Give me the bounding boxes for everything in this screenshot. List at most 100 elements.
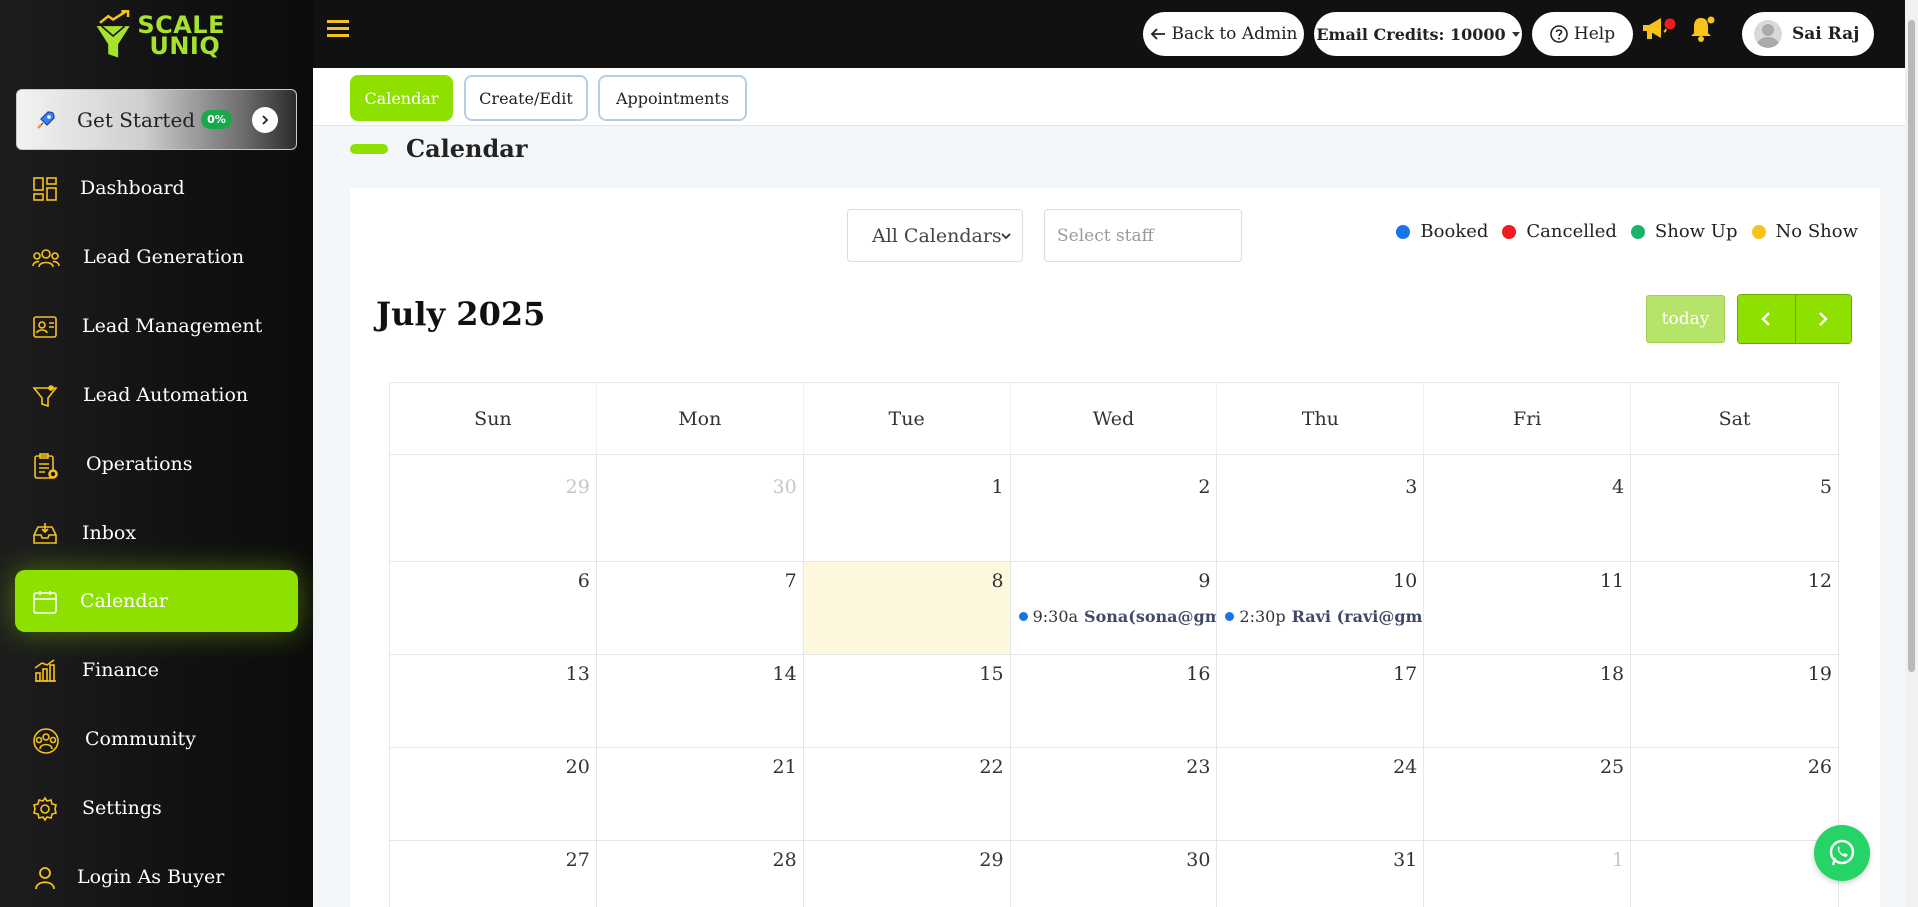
day-number[interactable]: 22: [979, 756, 1003, 778]
sidebar-item-lead-automation[interactable]: Lead Automation: [15, 364, 298, 426]
day-number[interactable]: 25: [1600, 756, 1624, 778]
day-number[interactable]: 30: [773, 476, 797, 498]
day-number[interactable]: 30: [1186, 849, 1210, 871]
sidebar-item-community[interactable]: Community: [15, 708, 298, 770]
sidebar-item-login-as-buyer[interactable]: Login As Buyer: [15, 846, 298, 907]
day-number[interactable]: 27: [566, 849, 590, 871]
tab-appointments[interactable]: Appointments: [598, 75, 747, 121]
back-to-admin-button[interactable]: Back to Admin: [1143, 12, 1304, 56]
hamburger-menu-icon[interactable]: [327, 18, 349, 42]
calendar-day-cell[interactable]: 2: [1631, 841, 1838, 907]
calendar-day-cell[interactable]: 29: [804, 841, 1011, 907]
sidebar-item-lead-management[interactable]: Lead Management: [15, 295, 298, 357]
day-number[interactable]: 21: [773, 756, 797, 778]
day-number[interactable]: 10: [1393, 570, 1417, 592]
calendar-day-cell[interactable]: 3: [1217, 455, 1425, 561]
user-menu-button[interactable]: Sai Raj: [1742, 12, 1874, 56]
day-number[interactable]: 11: [1600, 570, 1624, 592]
calendar-day-cell[interactable]: 18: [1424, 655, 1632, 747]
day-number[interactable]: 14: [773, 663, 797, 685]
next-month-button[interactable]: [1794, 295, 1851, 343]
email-credits-dropdown[interactable]: Email Credits: 10000: [1314, 12, 1522, 56]
calendar-event[interactable]: 2:30p Ravi (ravi@gmail.com): [1225, 607, 1423, 626]
day-number[interactable]: 17: [1393, 663, 1417, 685]
day-number[interactable]: 15: [979, 663, 1003, 685]
day-number[interactable]: 19: [1808, 663, 1832, 685]
day-number[interactable]: 28: [773, 849, 797, 871]
day-number[interactable]: 1: [991, 476, 1003, 498]
calendar-day-cell[interactable]: 14: [597, 655, 804, 747]
calendar-day-cell[interactable]: 25: [1424, 748, 1632, 840]
sidebar-item-calendar[interactable]: Calendar: [15, 570, 298, 632]
calendar-day-cell[interactable]: 30: [1011, 841, 1218, 907]
sidebar-item-dashboard[interactable]: Dashboard: [15, 157, 298, 219]
calendar-day-cell[interactable]: 24: [1217, 748, 1425, 840]
day-number[interactable]: 2: [1198, 476, 1210, 498]
day-number[interactable]: 5: [1820, 476, 1832, 498]
calendar-day-cell[interactable]: 26: [1631, 748, 1838, 840]
calendar-day-cell[interactable]: 22: [804, 748, 1011, 840]
day-number[interactable]: 3: [1405, 476, 1417, 498]
page-scrollbar[interactable]: [1905, 0, 1918, 907]
sidebar-item-inbox[interactable]: Inbox: [15, 502, 298, 564]
day-number[interactable]: 23: [1186, 756, 1210, 778]
megaphone-icon[interactable]: [1641, 15, 1677, 47]
staff-select-input[interactable]: [1044, 209, 1242, 262]
whatsapp-chat-button[interactable]: [1814, 825, 1870, 881]
calendar-day-cell[interactable]: 20: [390, 748, 597, 840]
day-number[interactable]: 16: [1186, 663, 1210, 685]
calendar-day-cell[interactable]: 15: [804, 655, 1011, 747]
calendar-day-cell[interactable]: 10 2:30p Ravi (ravi@gmail.com): [1217, 562, 1425, 654]
calendar-day-cell[interactable]: 27: [390, 841, 597, 907]
calendar-event[interactable]: 9:30a Sona(sona@gmail.com): [1018, 607, 1216, 626]
calendar-day-cell[interactable]: 1: [1424, 841, 1632, 907]
calendar-day-cell[interactable]: 28: [597, 841, 804, 907]
calendar-day-cell[interactable]: 23: [1011, 748, 1218, 840]
day-number[interactable]: 13: [566, 663, 590, 685]
help-button[interactable]: Help: [1532, 12, 1633, 56]
day-number[interactable]: 1: [1612, 849, 1624, 871]
day-number[interactable]: 29: [979, 849, 1003, 871]
calendar-day-cell[interactable]: 29: [390, 455, 597, 561]
calendar-day-cell[interactable]: 5: [1631, 455, 1838, 561]
tab-calendar[interactable]: Calendar: [350, 75, 453, 121]
scrollbar-thumb[interactable]: [1908, 20, 1915, 672]
day-number[interactable]: 31: [1393, 849, 1417, 871]
bell-icon[interactable]: [1689, 15, 1719, 47]
day-number[interactable]: 26: [1808, 756, 1832, 778]
calendar-day-cell[interactable]: 8: [803, 562, 1011, 654]
calendar-day-cell[interactable]: 12: [1631, 562, 1838, 654]
sidebar-item-lead-generation[interactable]: Lead Generation: [15, 226, 298, 288]
day-number[interactable]: 7: [785, 570, 797, 592]
calendar-day-cell[interactable]: 9 9:30a Sona(sona@gmail.com): [1011, 562, 1218, 654]
day-number[interactable]: 9: [1198, 570, 1210, 592]
calendar-day-cell[interactable]: 1: [804, 455, 1011, 561]
calendar-select[interactable]: All Calendars: [847, 209, 1023, 262]
calendar-day-cell[interactable]: 30: [597, 455, 804, 561]
calendar-day-cell[interactable]: 6: [390, 562, 597, 654]
day-number[interactable]: 12: [1808, 570, 1832, 592]
day-number[interactable]: 20: [566, 756, 590, 778]
sidebar-item-operations[interactable]: Operations: [15, 433, 298, 495]
calendar-day-cell[interactable]: 13: [390, 655, 597, 747]
calendar-day-cell[interactable]: 17: [1217, 655, 1425, 747]
tab-create-edit[interactable]: Create/Edit: [464, 75, 588, 121]
calendar-day-cell[interactable]: 19: [1631, 655, 1838, 747]
day-number[interactable]: 29: [566, 476, 590, 498]
get-started-button[interactable]: Get Started 0%: [16, 89, 297, 150]
brand-logo[interactable]: SCALE UNIQ: [95, 4, 225, 68]
day-number[interactable]: 8: [991, 570, 1003, 592]
calendar-day-cell[interactable]: 31: [1217, 841, 1425, 907]
calendar-day-cell[interactable]: 16: [1011, 655, 1218, 747]
day-number[interactable]: 6: [578, 570, 590, 592]
calendar-day-cell[interactable]: 21: [597, 748, 804, 840]
calendar-day-cell[interactable]: 4: [1424, 455, 1632, 561]
sidebar-item-finance[interactable]: Finance: [15, 639, 298, 701]
day-number[interactable]: 18: [1600, 663, 1624, 685]
prev-month-button[interactable]: [1738, 295, 1795, 343]
day-number[interactable]: 24: [1393, 756, 1417, 778]
day-number[interactable]: 4: [1612, 476, 1624, 498]
sidebar-item-settings[interactable]: Settings: [15, 777, 298, 839]
calendar-day-cell[interactable]: 7: [597, 562, 804, 654]
today-button[interactable]: today: [1646, 295, 1725, 343]
